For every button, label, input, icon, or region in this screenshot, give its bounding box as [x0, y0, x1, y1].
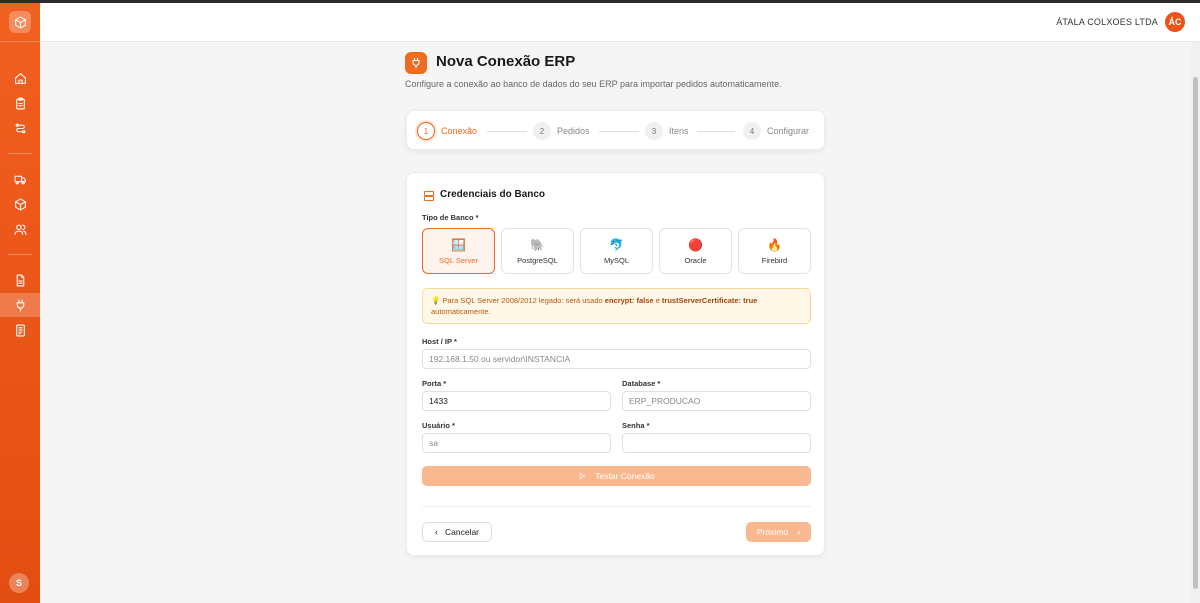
sidebar-separator — [8, 254, 32, 255]
notice-code-trust-cert: trustServerCertificate: true — [661, 296, 758, 305]
package-icon — [14, 198, 26, 210]
legacy-sqlserver-notice: 💡 Para SQL Server 2008/2012 legado: será… — [422, 288, 811, 324]
db-option-label: SQL Server — [439, 255, 478, 265]
box-icon — [14, 16, 26, 28]
credentials-card: Credenciais do Banco Tipo de Banco * 🪟 S… — [406, 172, 825, 556]
clipboard-icon — [15, 97, 25, 109]
port-label: Porta * — [422, 379, 447, 388]
users-icon — [14, 224, 26, 235]
step-connection[interactable]: 1 Conexão — [417, 121, 477, 141]
db-option-oracle[interactable]: 🔴 Oracle — [659, 228, 732, 274]
user-label: Usuário * — [422, 421, 455, 430]
db-option-postgresql[interactable]: 🐘 PostgreSQL — [501, 228, 574, 274]
database-input[interactable]: ERP_PRODUCAO — [622, 391, 811, 411]
sidebar-item-orders[interactable] — [0, 91, 40, 115]
sidebar-separator — [8, 153, 32, 154]
step-number: 1 — [417, 122, 435, 140]
sidebar-item-routes[interactable] — [0, 116, 40, 140]
notice-text: e — [653, 296, 662, 305]
top-header: ÁTALA COLXOES LTDA ÁC — [40, 3, 1200, 42]
next-button[interactable]: Próximo › — [746, 522, 811, 542]
step-orders[interactable]: 2 Pedidos — [533, 121, 590, 141]
test-connection-label: Testar Conexão — [595, 471, 655, 481]
step-number: 3 — [645, 122, 663, 140]
step-connector — [697, 131, 735, 132]
sidebar-item-documents[interactable] — [0, 318, 40, 342]
db-option-sqlserver[interactable]: 🪟 SQL Server — [422, 228, 495, 274]
card-divider — [422, 506, 811, 507]
password-label: Senha * — [622, 421, 650, 430]
step-label: Itens — [669, 126, 689, 136]
step-label: Pedidos — [557, 126, 590, 136]
password-input[interactable] — [622, 433, 811, 453]
route-icon — [15, 123, 25, 133]
step-connector — [487, 131, 527, 132]
home-icon — [14, 72, 26, 84]
db-option-label: PostgreSQL — [517, 255, 558, 265]
db-option-label: Oracle — [684, 255, 707, 265]
notice-code-encrypt: encrypt: false — [604, 296, 654, 305]
test-connection-button[interactable]: Testar Conexão — [422, 466, 811, 486]
fire-icon: 🔥 — [767, 237, 782, 252]
host-input[interactable]: 192.168.1.50 ou servidor\INSTANCIA — [422, 349, 811, 369]
notice-text: Para SQL Server 2008/2012 legado: será u… — [442, 296, 605, 305]
windows-icon: 🪟 — [451, 237, 466, 252]
cancel-label: Cancelar — [444, 527, 480, 537]
sidebar-item-delivery[interactable] — [0, 167, 40, 191]
sidebar-item-home[interactable] — [0, 66, 40, 90]
plug-icon — [16, 299, 24, 311]
db-type-label: Tipo de Banco * — [422, 213, 479, 222]
host-label: Host / IP * — [422, 337, 457, 346]
app-logo[interactable] — [9, 11, 31, 33]
step-label: Conexão — [441, 126, 478, 136]
receipt-icon — [15, 324, 25, 336]
db-option-label: MySQL — [603, 255, 629, 265]
cancel-button[interactable]: ‹ Cancelar — [422, 522, 492, 542]
next-label: Próximo — [756, 527, 789, 537]
play-icon — [579, 472, 586, 480]
wizard-stepper: 1 Conexão 2 Pedidos 3 Itens 4 Configurar — [406, 110, 825, 150]
port-input[interactable]: 1433 — [422, 391, 611, 411]
db-option-mysql[interactable]: 🐬 MySQL — [580, 228, 653, 274]
notice-text: automaticamente. — [431, 307, 491, 316]
sidebar-item-reports[interactable] — [0, 268, 40, 292]
server-icon — [423, 189, 435, 201]
chevron-right-icon: › — [797, 527, 801, 537]
chevron-left-icon: ‹ — [434, 527, 438, 537]
user-input[interactable]: sa — [422, 433, 611, 453]
step-number: 4 — [743, 122, 761, 140]
step-items[interactable]: 3 Itens — [645, 121, 689, 141]
sidebar-item-erp[interactable] — [0, 293, 40, 317]
dolphin-icon: 🐬 — [609, 237, 624, 252]
erp-connection-icon — [405, 52, 427, 74]
file-icon — [16, 274, 24, 286]
plug-icon — [412, 57, 420, 69]
sidebar-item-products[interactable] — [0, 192, 40, 216]
account-avatar[interactable]: ÁC — [1165, 12, 1185, 32]
user-avatar[interactable]: S — [9, 573, 29, 593]
step-configure[interactable]: 4 Configurar — [743, 121, 809, 141]
company-name: ÁTALA COLXOES LTDA — [1056, 17, 1158, 27]
elephant-icon: 🐘 — [530, 237, 545, 252]
page-subtitle: Configure a conexão ao banco de dados do… — [405, 79, 782, 89]
database-label: Database * — [622, 379, 661, 388]
sidebar-item-users[interactable] — [0, 217, 40, 241]
db-option-label: Firebird — [761, 255, 788, 265]
page-title: Nova Conexão ERP — [436, 53, 576, 70]
truck-icon — [14, 175, 26, 184]
red-circle-icon: 🔴 — [688, 237, 703, 252]
db-option-firebird[interactable]: 🔥 Firebird — [738, 228, 811, 274]
lightbulb-icon: 💡 — [431, 296, 441, 305]
step-label: Configurar — [767, 126, 810, 136]
card-title: Credenciais do Banco — [440, 189, 546, 200]
step-number: 2 — [533, 122, 551, 140]
step-connector — [599, 131, 639, 132]
sidebar-divider — [0, 41, 40, 42]
scrollbar-thumb[interactable] — [1193, 77, 1198, 589]
sidebar: S — [0, 3, 40, 603]
